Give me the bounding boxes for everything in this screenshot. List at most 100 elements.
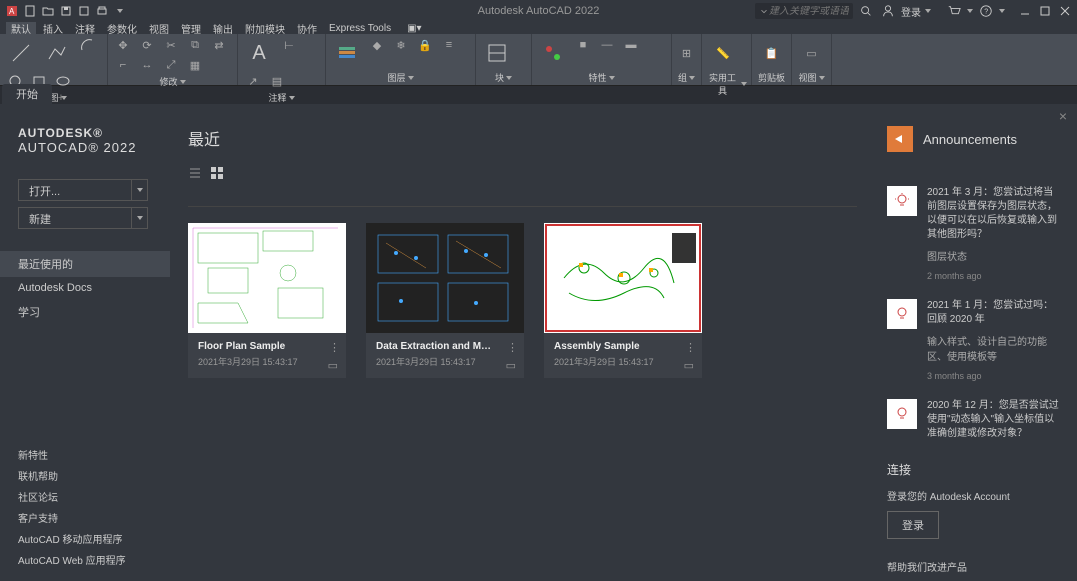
cart-icon[interactable] [945, 2, 963, 20]
window-controls [1017, 3, 1073, 19]
color-icon[interactable]: ■ [572, 36, 594, 54]
announcement-sub: 输入样式、设计自己的功能区、使用模板等 [927, 333, 1063, 363]
insert-block-icon[interactable] [480, 36, 514, 70]
close-panel-icon[interactable]: × [1059, 108, 1067, 124]
maximize-button[interactable] [1037, 3, 1053, 19]
search-box[interactable] [755, 3, 853, 19]
array-tool-icon[interactable]: ▦ [184, 56, 206, 74]
announcement-time: 2 months ago [927, 271, 1063, 281]
link-forums[interactable]: 社区论坛 [18, 489, 170, 504]
layer-props-icon[interactable] [330, 36, 364, 70]
new-icon[interactable] [22, 3, 38, 19]
list-view-icon[interactable] [188, 166, 202, 180]
close-button[interactable] [1057, 3, 1073, 19]
save-icon[interactable] [58, 3, 74, 19]
layer-match-icon[interactable]: ≡ [438, 36, 460, 54]
tab-start[interactable]: 开始 [2, 84, 52, 104]
main-panel: 最近 Floor Plan Sample 2021年3月29日 15:43:17… [170, 104, 875, 581]
announcement-item[interactable]: 2020 年 12 月：您是否尝试过使用"动态输入"输入坐标值以准确创建或修改对… [887, 399, 1063, 441]
help-dropdown-icon[interactable] [999, 9, 1005, 13]
rotate-tool-icon[interactable]: ⟳ [136, 36, 158, 54]
card-menu-icon[interactable]: ⋮ [685, 341, 696, 354]
link-support[interactable]: 客户支持 [18, 510, 170, 525]
link-web-app[interactable]: AutoCAD Web 应用程序 [18, 552, 170, 567]
bulb-icon [887, 186, 917, 216]
scale-tool-icon[interactable]: ⤢ [160, 56, 182, 74]
print-icon[interactable] [94, 3, 110, 19]
help-icon[interactable]: ? [977, 2, 995, 20]
open-icon[interactable] [40, 3, 56, 19]
move-tool-icon[interactable]: ✥ [112, 36, 134, 54]
link-online-help[interactable]: 联机帮助 [18, 468, 170, 483]
linetype-icon[interactable]: — [596, 36, 618, 54]
card-menu-icon[interactable]: ⋮ [507, 341, 518, 354]
paste-icon[interactable]: 📋 [756, 36, 787, 70]
card-menu-icon[interactable]: ⋮ [329, 341, 340, 354]
layer-lock-icon[interactable]: 🔒 [414, 36, 436, 54]
mirror-tool-icon[interactable]: ⇄ [208, 36, 230, 54]
group-icon[interactable]: ⊞ [676, 36, 697, 70]
app-menu-button[interactable]: A [4, 3, 20, 19]
stretch-tool-icon[interactable]: ↔ [136, 56, 158, 74]
nav-learn[interactable]: 学习 [0, 299, 170, 325]
dwg-icon: ▭ [684, 359, 694, 372]
recent-card[interactable]: Floor Plan Sample 2021年3月29日 15:43:17 ⋮ … [188, 223, 346, 378]
login-label[interactable]: 登录 [901, 4, 921, 19]
open-dropdown-icon[interactable] [131, 180, 147, 200]
user-icon[interactable] [879, 2, 897, 20]
ribbon-group-label: 图层 [330, 70, 471, 84]
login-dropdown-icon[interactable] [925, 9, 931, 13]
layer-freeze-icon[interactable]: ❄ [390, 36, 412, 54]
new-dropdown-icon[interactable] [131, 208, 147, 228]
copy-tool-icon[interactable]: ⧉ [184, 36, 206, 54]
trim-tool-icon[interactable]: ✂ [160, 36, 182, 54]
announcement-time: 3 months ago [927, 371, 1063, 381]
search-icon[interactable] [857, 2, 875, 20]
nav-recent[interactable]: 最近使用的 [0, 251, 170, 277]
open-button[interactable]: 打开... [19, 180, 131, 200]
new-button[interactable]: 新建 [19, 208, 131, 228]
qat-dropdown-icon[interactable] [112, 3, 128, 19]
ellipse-tool-icon[interactable] [52, 72, 74, 90]
link-mobile-app[interactable]: AutoCAD 移动应用程序 [18, 531, 170, 546]
search-chevron-icon [759, 6, 769, 16]
card-title: Assembly Sample [554, 341, 674, 352]
saveas-icon[interactable] [76, 3, 92, 19]
link-whats-new[interactable]: 新特性 [18, 447, 170, 462]
search-input[interactable] [769, 6, 849, 17]
match-props-icon[interactable] [536, 36, 570, 70]
quick-access-toolbar: A [0, 3, 132, 19]
nav-autodesk-docs[interactable]: Autodesk Docs [0, 277, 170, 299]
view-icon[interactable]: ▭ [796, 36, 827, 70]
menu-overflow-icon[interactable]: ▣▾ [402, 23, 426, 34]
table-tool-icon[interactable]: ▤ [266, 72, 288, 90]
text-tool-icon[interactable]: A [242, 36, 276, 70]
announcement-item[interactable]: 2021 年 3 月：您尝试过将当前图层设置保存为图层状态，以便可以在以后恢复或… [887, 186, 1063, 281]
dimension-tool-icon[interactable]: ⊢ [278, 36, 300, 54]
tab-add-button[interactable]: + [52, 92, 70, 104]
line-tool-icon[interactable] [4, 36, 38, 70]
card-title: Data Extraction and Multil... [376, 341, 496, 352]
login-button[interactable]: 登录 [887, 511, 939, 539]
document-tabs: 开始 + [0, 86, 1077, 104]
lineweight-icon[interactable]: ▬ [620, 36, 642, 54]
leader-tool-icon[interactable]: ↗ [242, 72, 264, 90]
recent-card[interactable]: Assembly Sample 2021年3月29日 15:43:17 ⋮ ▭ [544, 223, 702, 378]
polyline-tool-icon[interactable] [40, 36, 74, 70]
fillet-tool-icon[interactable]: ⌐ [112, 56, 134, 74]
svg-text:A: A [9, 7, 15, 16]
measure-icon[interactable]: 📏 [706, 36, 740, 70]
feedback-label: 帮助我们改进产品 [887, 559, 1063, 574]
recent-card[interactable]: Data Extraction and Multil... 2021年3月29日… [366, 223, 524, 378]
announcement-item[interactable]: 2021 年 1 月：您尝试过吗：回顾 2020 年 输入样式、设计自己的功能区… [887, 299, 1063, 381]
view-toggle [188, 166, 224, 180]
ribbon-group-label: 视图 [796, 70, 827, 84]
minimize-button[interactable] [1017, 3, 1033, 19]
arc-tool-icon[interactable] [76, 36, 98, 54]
cart-dropdown-icon[interactable] [967, 9, 973, 13]
menu-item[interactable]: Express Tools [324, 23, 396, 34]
layer-icon[interactable]: ◆ [366, 36, 388, 54]
ribbon-group-label: 组 [676, 70, 697, 84]
announcement-text: 2021 年 3 月：您尝试过将当前图层设置保存为图层状态，以便可以在以后恢复或… [927, 186, 1063, 242]
grid-view-icon[interactable] [210, 166, 224, 180]
